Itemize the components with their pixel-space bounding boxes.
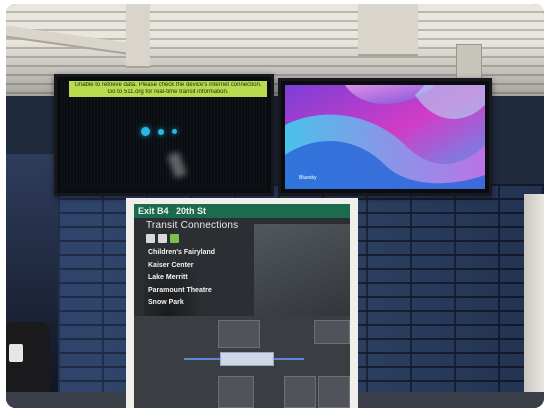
station-map — [134, 316, 350, 408]
loading-dot-icon — [141, 127, 150, 136]
destination-item: Lake Merritt — [148, 274, 188, 281]
loading-dot-icon — [172, 129, 177, 134]
error-banner: Unable to retrieve data. Please check th… — [69, 81, 267, 97]
platform-diagram — [220, 352, 274, 366]
transit-poster: Exit B4 20th St Transit Connections Chil… — [126, 198, 358, 408]
destination-list: Children's Fairyland Kaiser Center Lake … — [148, 247, 215, 310]
station-header: Exit B4 20th St — [134, 204, 350, 218]
wall-pillar — [524, 194, 544, 408]
destination-item: Paramount Theatre — [148, 286, 212, 294]
map-panel — [314, 320, 350, 344]
ceiling-beam — [358, 4, 418, 56]
right-monitor: Bluesky — [278, 78, 492, 196]
left-monitor: Unable to retrieve data. Please check th… — [54, 74, 274, 196]
destination-item: Snow Park — [148, 299, 184, 306]
error-message: Unable to retrieve data. Please check th… — [74, 82, 262, 88]
bike-icon — [170, 234, 179, 243]
wallpaper-screen: Bluesky — [285, 85, 485, 189]
abstract-wallpaper — [285, 85, 485, 189]
bus-icon — [146, 234, 155, 243]
loading-indicator — [141, 127, 177, 136]
license-plate — [9, 344, 23, 362]
ceiling-beam — [126, 4, 150, 68]
walk-icon — [158, 234, 167, 243]
wallpaper-caption: Bluesky — [299, 175, 317, 181]
map-panel — [218, 376, 254, 408]
photo-frame: Unable to retrieve data. Please check th… — [6, 4, 544, 408]
map-panel — [318, 376, 350, 408]
map-panel — [284, 376, 316, 408]
screen-glare — [167, 151, 187, 179]
map-panel — [218, 320, 260, 348]
station-name: 20th St — [176, 206, 207, 216]
exit-label: Exit B4 — [138, 206, 169, 216]
info-message: Go to 511.org for real-time transit info… — [107, 89, 229, 95]
poster-panel: Exit B4 20th St Transit Connections Chil… — [134, 204, 350, 408]
transit-icons — [146, 234, 179, 243]
left-screen: Unable to retrieve data. Please check th… — [61, 81, 267, 189]
destination-item: Children's Fairyland — [148, 249, 216, 256]
destination-item: Kaiser Center — [148, 261, 194, 269]
poster-title: Transit Connections — [146, 220, 239, 231]
loading-dot-icon — [158, 128, 164, 135]
